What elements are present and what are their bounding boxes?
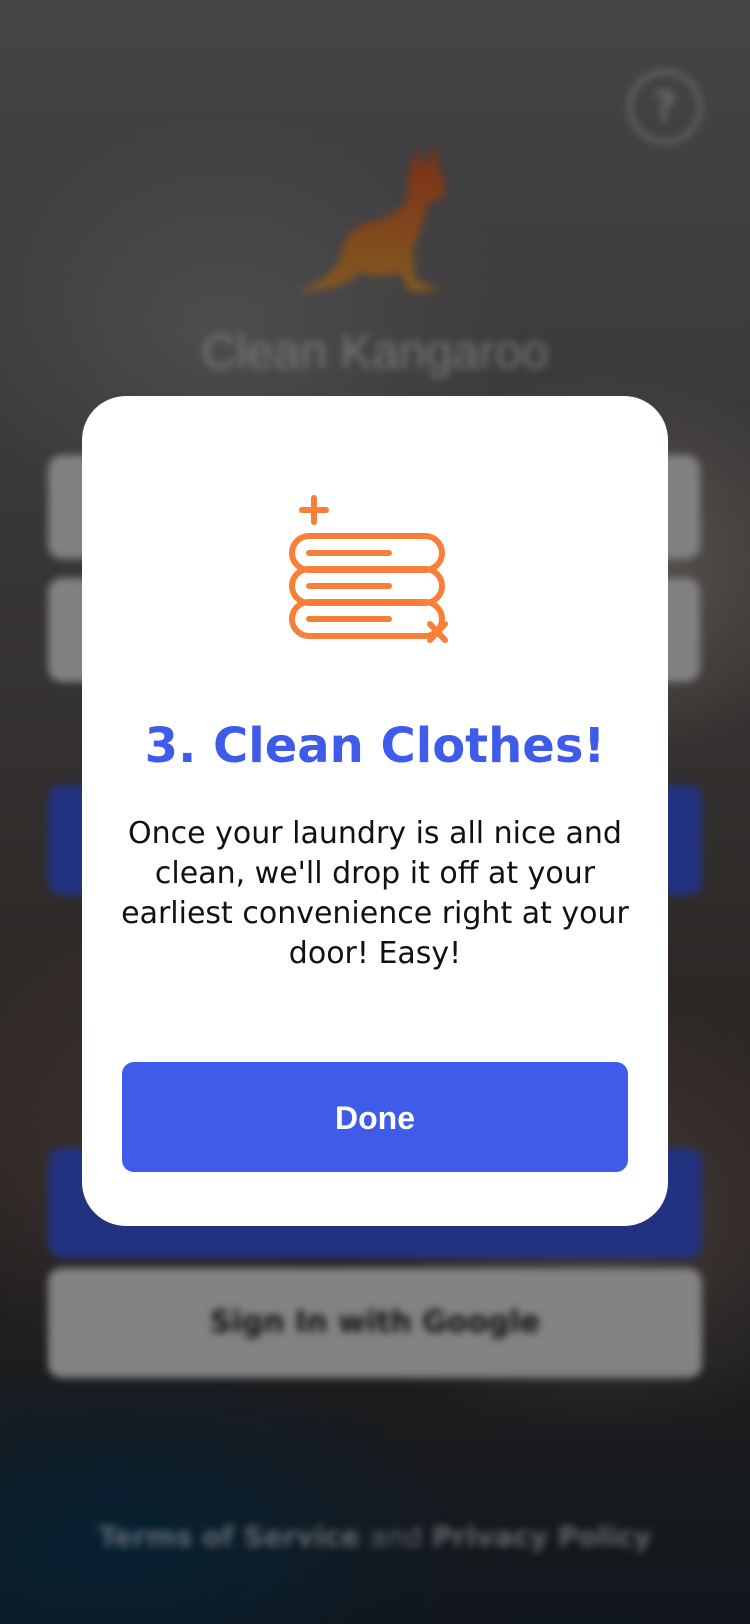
modal-title: 3. Clean Clothes! bbox=[144, 718, 606, 774]
folded-towels-icon bbox=[289, 495, 448, 643]
done-button[interactable]: Done bbox=[122, 1062, 628, 1172]
onboarding-modal: 3. Clean Clothes! Once your laundry is a… bbox=[82, 396, 668, 1226]
modal-body-text: Once your laundry is all nice and clean,… bbox=[121, 816, 629, 971]
